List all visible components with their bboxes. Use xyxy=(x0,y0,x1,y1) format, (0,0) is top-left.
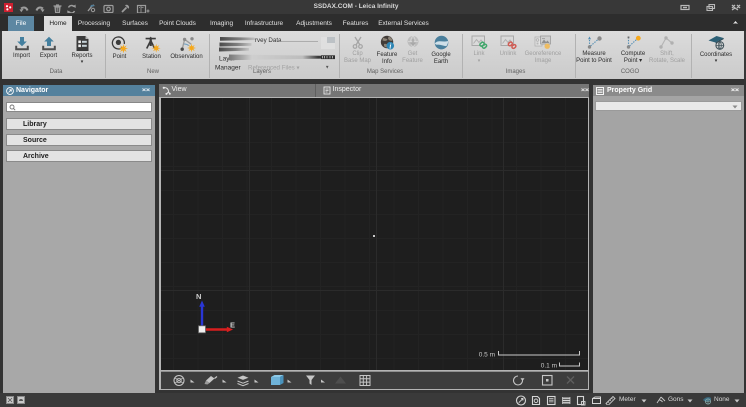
svg-text:Referenced Files ▾: Referenced Files ▾ xyxy=(248,65,300,72)
svg-text:i: i xyxy=(389,43,391,50)
svg-text:0.1 m: 0.1 m xyxy=(540,362,556,369)
svg-text:E: E xyxy=(230,320,235,329)
svg-text:Manager: Manager xyxy=(215,65,241,72)
svg-text:0.5 m: 0.5 m xyxy=(478,351,494,358)
svg-text:N: N xyxy=(196,292,201,301)
svg-text:rvey Data: rvey Data xyxy=(255,37,282,44)
svg-text:▼: ▼ xyxy=(325,65,329,70)
